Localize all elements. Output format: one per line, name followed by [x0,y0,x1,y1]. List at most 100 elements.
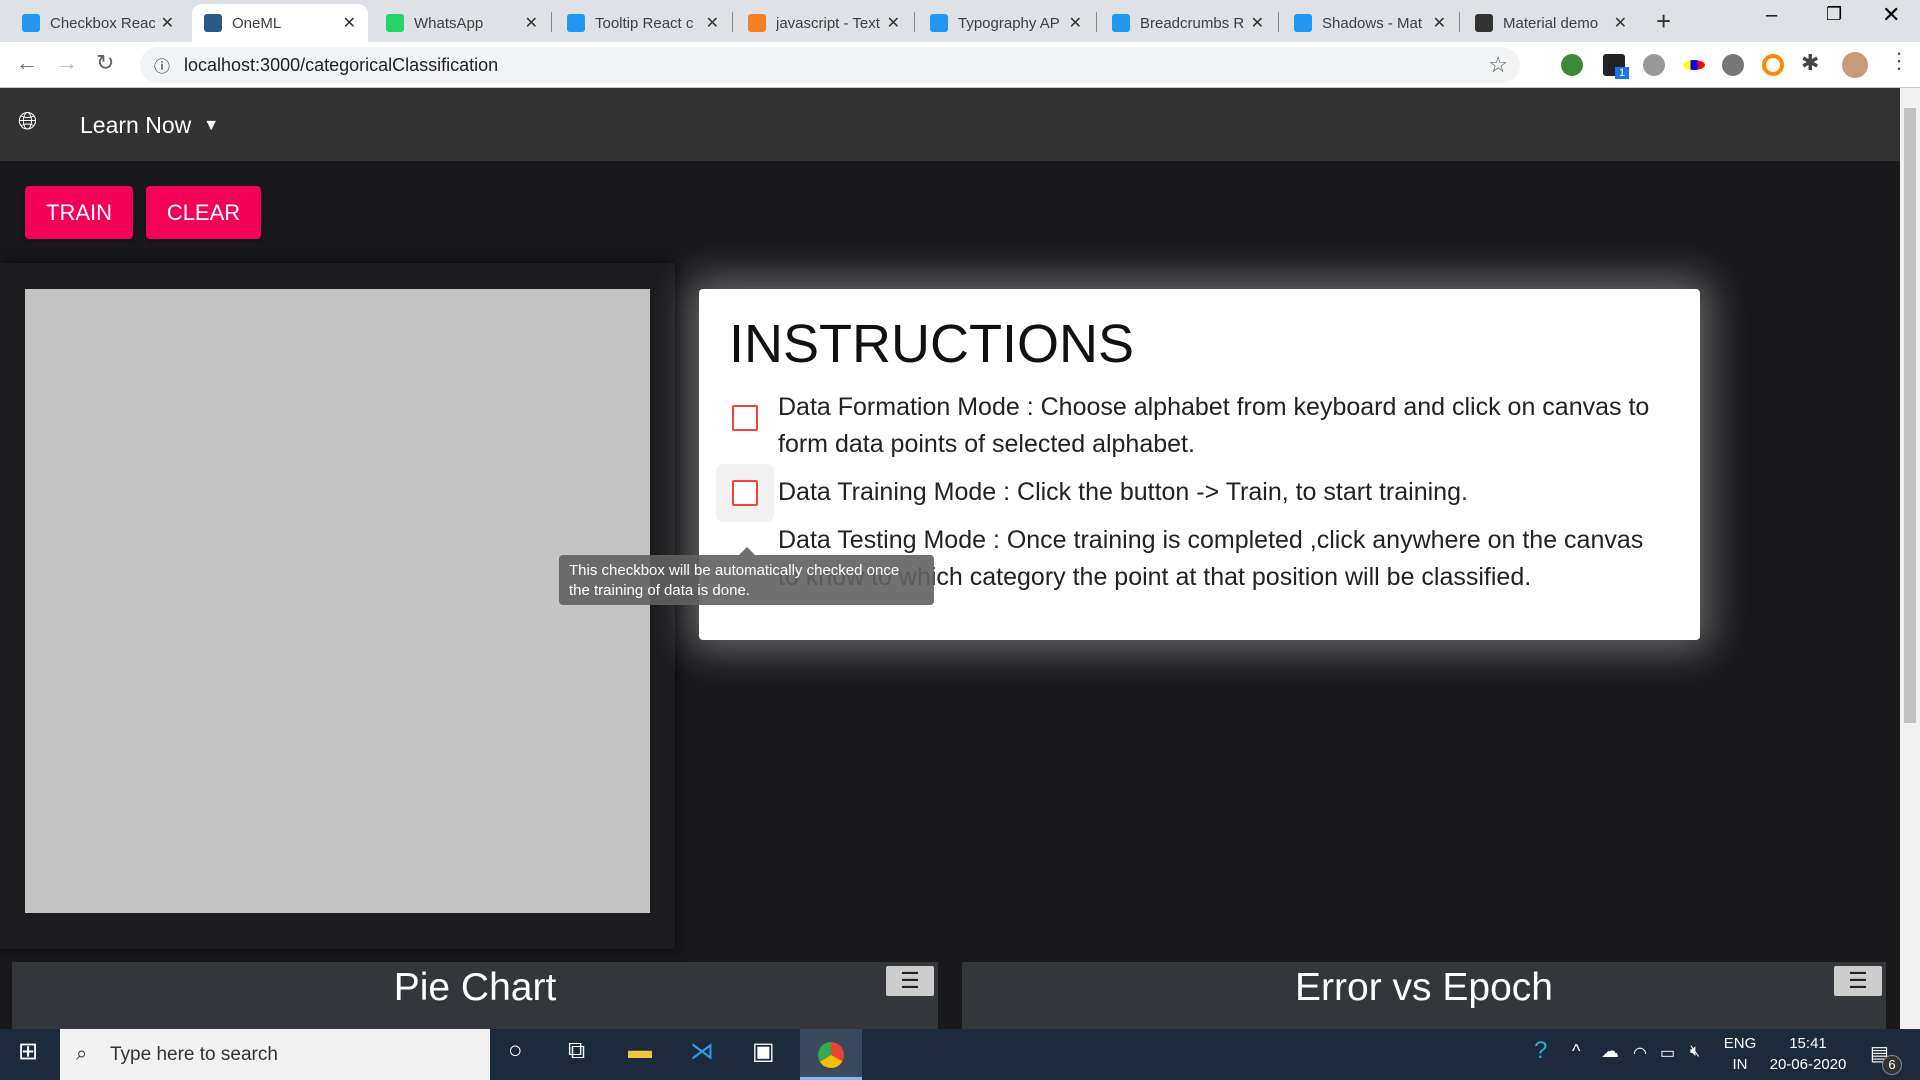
minimize-button[interactable]: – [1766,4,1777,27]
wifi-icon[interactable]: ◠ [1633,1043,1647,1063]
drawing-canvas[interactable] [25,289,650,913]
cortana-icon[interactable]: ○ [508,1037,523,1065]
maximize-button[interactable]: ❐ [1826,4,1842,25]
browser-tab[interactable]: OneML ✕ [192,4,368,42]
instruction-text: Data Training Mode : Click the button ->… [778,478,1468,506]
address-bar[interactable]: ⓘ localhost:3000/categoricalClassificati… [140,47,1520,83]
app-bar: 🌐︎ Learn Now ▼ [0,88,1900,161]
tab-close-icon[interactable]: ✕ [1433,13,1446,33]
onedrive-icon[interactable]: ☁ [1601,1041,1619,1062]
terminal-icon[interactable]: ▣ [752,1037,775,1066]
checkbox-tooltip: This checkbox will be automatically chec… [559,547,934,605]
adblock-icon[interactable] [1643,54,1665,76]
tab-separator [551,12,552,32]
browser-tab[interactable]: Breadcrumbs R ✕ [1100,4,1276,42]
clear-button[interactable]: CLEAR [146,186,261,239]
tab-separator [914,12,915,32]
instructions-title: INSTRUCTIONS [729,314,1134,374]
globe-icon[interactable]: 🌐︎ [18,108,37,136]
info-icon[interactable]: ⓘ [154,53,170,77]
forward-icon[interactable]: → [56,50,78,76]
date-text: 20-06-2020 [1769,1056,1847,1073]
tab-favicon-icon [1294,14,1312,32]
learn-now-menu[interactable]: Learn Now ▼ [80,112,219,139]
tab-separator [732,12,733,32]
tab-close-icon[interactable]: ✕ [343,13,356,33]
instruction-item: Data Formation Mode : Choose alphabet fr… [729,389,1670,463]
extension-icon-2[interactable] [1762,54,1784,76]
extensions-puzzle-icon[interactable]: ✱ [1801,50,1819,76]
error-epoch-panel: Error vs Epoch ☰ [962,962,1886,1029]
reload-icon[interactable]: ↻ [96,50,114,76]
file-explorer-icon[interactable]: ▬ [628,1037,652,1065]
tab-favicon-icon [1112,14,1130,32]
search-icon: ⌕ [76,1043,88,1065]
windows-start-icon[interactable]: ⊞ [18,1037,38,1066]
training-checkbox[interactable] [732,480,758,506]
language-indicator[interactable]: ENG IN [1720,1033,1760,1075]
chrome-taskbar-button[interactable] [800,1029,862,1080]
tab-close-icon[interactable]: ✕ [1069,13,1082,33]
tab-title: Checkbox React [50,14,155,32]
learn-now-label: Learn Now [80,112,192,138]
color-extension-icon[interactable] [1683,60,1705,70]
tab-separator [1096,12,1097,32]
error-epoch-title: Error vs Epoch [1295,966,1553,1009]
chart-menu-icon[interactable]: ☰ [886,966,934,996]
extension-icon[interactable] [1722,54,1744,76]
tab-close-icon[interactable]: ✕ [525,13,538,33]
tab-close-icon[interactable]: ✕ [161,13,174,33]
volume-muted-icon[interactable]: 🔇︎ [1690,1043,1700,1061]
taskbar-search[interactable]: ⌕ Type here to search [60,1029,490,1080]
tab-title: Shadows - Mat [1322,14,1423,32]
browser-tab[interactable]: WhatsApp ✕ [374,4,550,42]
tab-favicon-icon [204,14,222,32]
menu-kebab-icon[interactable]: ⋮ [1888,48,1910,74]
tab-title: Material demo [1503,14,1599,32]
tab-close-icon[interactable]: ✕ [1251,13,1264,33]
tab-close-icon[interactable]: ✕ [1614,13,1627,33]
battery-icon[interactable]: ▭ [1660,1043,1675,1063]
lang-text: ENG [1723,1035,1757,1052]
pie-chart-title: Pie Chart [393,966,557,1009]
help-icon[interactable]: ? [1534,1037,1547,1065]
bookmark-star-icon[interactable]: ☆ [1488,52,1508,78]
tab-title: javascript - Text [776,14,880,32]
task-view-icon[interactable]: ⧉ [568,1037,585,1065]
scrollbar-thumb[interactable] [1904,108,1916,723]
new-tab-button[interactable]: + [1656,6,1671,37]
back-icon[interactable]: ← [16,50,38,76]
tab-favicon-icon [567,14,585,32]
tray-chevron-icon[interactable]: ^ [1572,1041,1580,1062]
tab-title: WhatsApp [414,14,484,32]
vscode-icon[interactable]: ⋊ [690,1037,714,1066]
caret-down-icon: ▼ [203,116,220,134]
extension-badge: 1 [1615,67,1630,79]
idm-extension-icon[interactable] [1561,54,1583,76]
time-text: 15:41 [1789,1035,1827,1052]
browser-tab[interactable]: Tooltip React c ✕ [555,4,731,42]
clock[interactable]: 15:41 20-06-2020 [1766,1033,1850,1075]
chart-menu-icon[interactable]: ☰ [1834,966,1882,996]
browser-tab[interactable]: Material demo ✕ [1463,4,1639,42]
region-text: IN [1732,1056,1748,1073]
profile-avatar[interactable] [1842,52,1868,78]
tab-close-icon[interactable]: ✕ [887,13,900,33]
tab-bar: Checkbox React ✕ OneML ✕ WhatsApp ✕ Tooltip Re… [0,0,1920,42]
browser-tab[interactable]: Typography AP ✕ [918,4,1094,42]
tab-title: OneML [232,14,282,32]
tab-favicon-icon [748,14,766,32]
tab-close-icon[interactable]: ✕ [706,13,719,33]
browser-tab[interactable]: Shadows - Mat ✕ [1282,4,1458,42]
browser-tab[interactable]: javascript - Text ✕ [736,4,912,42]
formation-checkbox[interactable] [732,405,758,431]
chrome-icon [818,1042,844,1068]
tab-favicon-icon [22,14,40,32]
close-window-button[interactable]: ✕ [1882,2,1900,28]
tab-title: Breadcrumbs R [1140,14,1245,32]
tab-favicon-icon [1475,14,1493,32]
train-button[interactable]: TRAIN [25,186,133,239]
tab-separator [1278,12,1279,32]
instruction-text: Data Formation Mode : Choose alphabet fr… [778,393,1650,458]
browser-tab[interactable]: Checkbox React ✕ [10,4,186,42]
